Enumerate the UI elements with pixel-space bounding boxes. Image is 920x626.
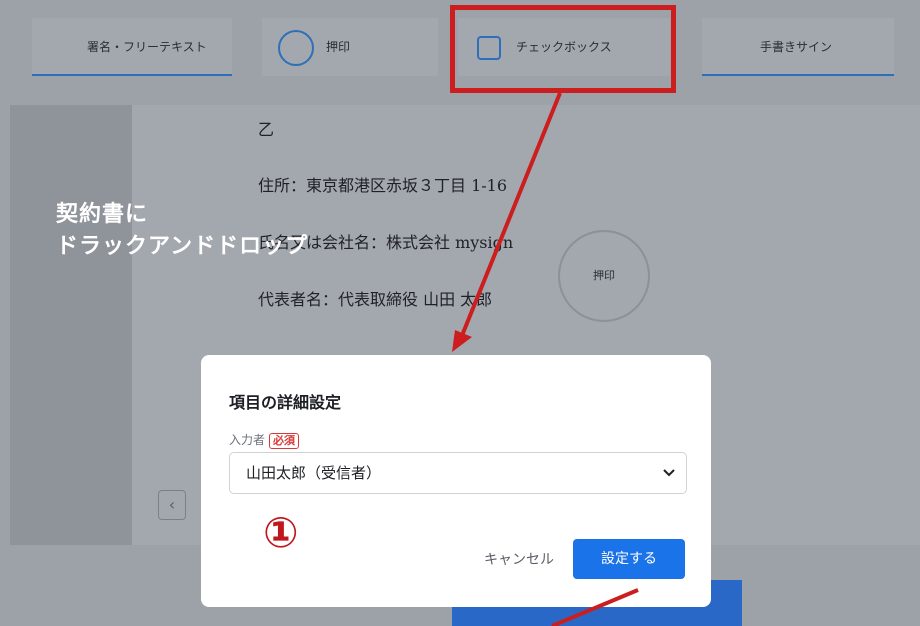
arrow-head-icon — [452, 330, 472, 352]
arrow-to-button — [551, 588, 639, 626]
annotation-arrows — [452, 92, 639, 626]
arrow-to-document — [459, 92, 562, 339]
